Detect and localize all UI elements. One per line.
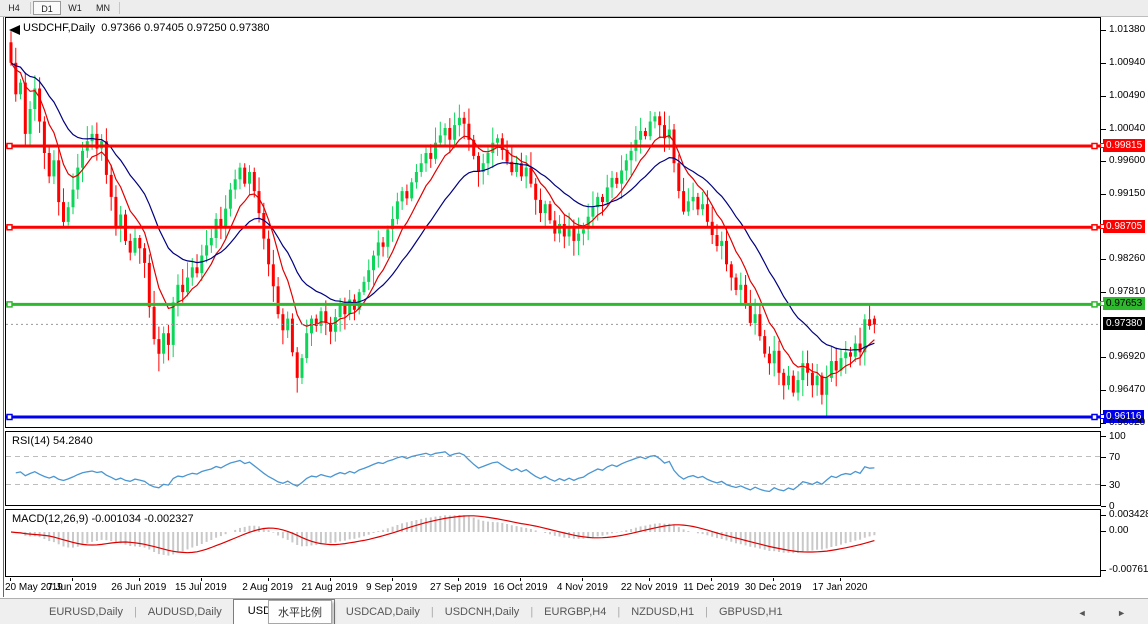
price-tick: [1101, 357, 1106, 359]
timeframe-button-h4[interactable]: H4: [0, 1, 28, 15]
line-marker: [1100, 142, 1105, 148]
rsi-axis-label: 100: [1109, 430, 1126, 442]
mt4-window: H4 D1 W1 MN USDCHF,Daily 0.97366 0.97405 0.…: [0, 0, 1148, 624]
date-label: 16 Oct 2019: [493, 582, 548, 593]
date-axis[interactable]: 20 May 2019 7 Jun 2019 26 Jun 2019 15 Jul 2…: [5, 578, 1101, 597]
price-label: 1.01380: [1109, 24, 1146, 36]
rsi-axis-label: 30: [1109, 479, 1121, 491]
chart-tabs: EURUSD,Daily|AUDUSD,DailyUSDCHF,DailyUSD…: [0, 598, 1148, 624]
price-tick: [1101, 62, 1106, 64]
price-label: 1.00040: [1109, 122, 1146, 134]
line-marker: [1100, 223, 1105, 229]
date-label: 17 Jan 2020: [812, 582, 868, 593]
date-label: 22 Nov 2019: [620, 582, 678, 593]
date-tick: [582, 578, 584, 581]
date-tick: [72, 578, 73, 581]
date-tick: [458, 578, 460, 581]
rsi-axis-label: 70: [1109, 451, 1121, 463]
left-border: [3, 17, 4, 597]
date-label: 2 Aug 2019: [242, 582, 293, 593]
tab-usdcnh-daily[interactable]: USDCNH,Daily: [434, 602, 531, 624]
macd-axis-label: 0.00: [1109, 525, 1129, 536]
price-tick: [1101, 390, 1106, 392]
macd-tick: [1101, 531, 1106, 532]
date-tick: [711, 578, 713, 581]
price-tick: [1101, 95, 1106, 97]
date-label: 11 Dec 2019: [683, 582, 740, 593]
timeframe-toolbar: H4 D1 W1 MN: [0, 0, 1148, 17]
price-label: 0.96470: [1109, 384, 1146, 396]
date-label: 21 Aug 2019: [301, 582, 358, 593]
macd-panel[interactable]: MACD(12,26,9) -0.001034 -0.002327: [5, 509, 1101, 577]
macd-label: MACD(12,26,9) -0.001034 -0.002327: [12, 513, 194, 525]
candlestick-chart: [6, 25, 1100, 421]
price-tick: [1101, 160, 1106, 162]
date-tick: [10, 578, 11, 581]
date-tick: [773, 578, 775, 581]
price-label-red: 0.98705: [1100, 219, 1146, 233]
timeframe-button-w1[interactable]: W1: [61, 1, 89, 15]
toolbar-separator: [119, 2, 120, 14]
rsi-tick: [1101, 457, 1106, 458]
timeframe-button-d1[interactable]: D1: [33, 1, 61, 15]
macd-axis-label: -0.007615: [1109, 563, 1148, 575]
price-tick: [1101, 193, 1106, 195]
tab-scroll-arrows[interactable]: ◄ ►: [1078, 608, 1140, 618]
price-label: 0.96020: [1109, 417, 1146, 429]
date-tick: [520, 578, 522, 581]
tab-audusd-daily[interactable]: AUDUSD,Daily: [137, 602, 233, 624]
price-label-green: 0.97653: [1100, 296, 1146, 310]
chart-title: USDCHF,Daily 0.97366 0.97405 0.97250 0.9…: [23, 22, 270, 34]
price-tick: [1101, 128, 1106, 130]
rsi-panel[interactable]: RSI(14) 54.2840: [5, 431, 1101, 506]
rsi-tick: [1101, 485, 1106, 486]
date-label: 7 Jun 2019: [47, 582, 97, 593]
toolbar-separator: [30, 2, 31, 14]
date-label: 30 Dec 2019: [744, 582, 802, 593]
line-marker: [1100, 300, 1105, 306]
price-label: 0.99150: [1109, 187, 1146, 199]
line-marker: [1100, 413, 1105, 419]
price-tick: [1101, 423, 1106, 425]
price-label: 1.00490: [1109, 89, 1146, 101]
price-label: 0.96920: [1109, 351, 1146, 363]
date-tick: [649, 578, 651, 581]
date-tick: [138, 578, 140, 581]
price-label-current: 0.97380: [1103, 316, 1146, 330]
rsi-label: RSI(14) 54.2840: [12, 435, 93, 447]
macd-axis-label: 0.003428: [1109, 509, 1148, 520]
price-label: 0.99600: [1109, 154, 1146, 166]
date-tick: [391, 578, 393, 581]
price-axis[interactable]: 1.01380 1.00940 1.00490 1.00040 0.99815 0.996…: [1100, 17, 1148, 597]
timeframe-button-mn[interactable]: MN: [89, 1, 117, 15]
date-label: 26 Jun 2019: [111, 582, 167, 593]
price-tick: [1101, 291, 1106, 293]
tab-usdcad-daily[interactable]: USDCAD,Daily: [335, 602, 431, 624]
tab-nzdusd-h1[interactable]: NZDUSD,H1: [620, 602, 705, 624]
date-tick: [267, 578, 269, 581]
rsi-chart: [6, 451, 1100, 493]
price-label: 0.98260: [1109, 252, 1146, 264]
date-tick: [200, 578, 202, 581]
price-tick: [1101, 30, 1106, 32]
tooltip: 水平比例: [268, 600, 332, 624]
date-tick: [839, 578, 841, 581]
price-label: 1.00940: [1109, 56, 1146, 68]
price-tick: [1101, 258, 1106, 260]
date-tick: [329, 578, 331, 581]
date-label: 4 Nov 2019: [556, 582, 608, 593]
rsi-tick: [1101, 436, 1106, 437]
date-label: 15 Jul 2019: [174, 582, 227, 593]
price-label: 0.97810: [1109, 285, 1146, 297]
macd-tick: [1101, 569, 1106, 571]
tab-gbpusd-h1[interactable]: GBPUSD,H1: [708, 602, 794, 624]
macd-tick: [1101, 515, 1106, 516]
price-label-red: 0.99815: [1100, 138, 1146, 152]
tab-eurusd-daily[interactable]: EURUSD,Daily: [38, 602, 134, 624]
date-label: 27 Sep 2019: [430, 582, 487, 593]
tab-eurgbp-h4[interactable]: EURGBP,H4: [533, 602, 617, 624]
date-label: 9 Sep 2019: [366, 582, 418, 593]
rsi-tick: [1101, 506, 1106, 507]
price-chart-panel[interactable]: USDCHF,Daily 0.97366 0.97405 0.97250 0.9…: [5, 17, 1101, 428]
